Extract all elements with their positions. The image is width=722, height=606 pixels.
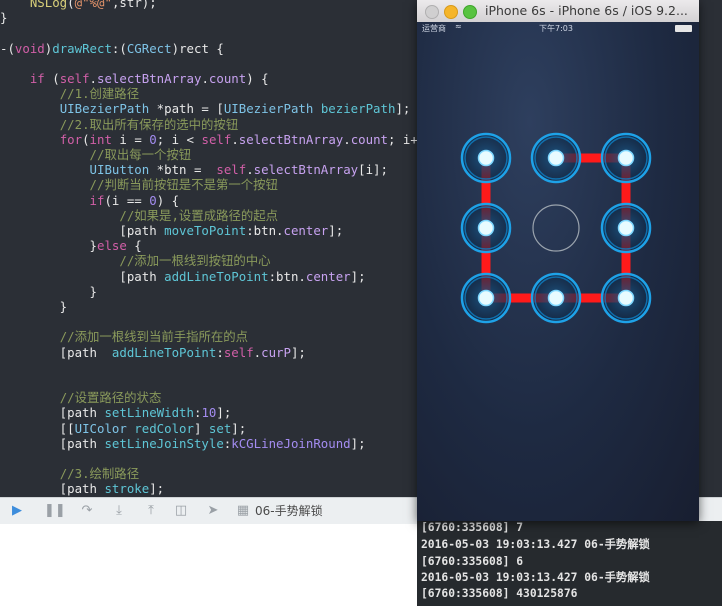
location-icon[interactable]: ➤ <box>204 503 222 519</box>
code-line: [[UIColor redColor] set]; <box>0 420 247 436</box>
lock-node-7[interactable] <box>460 272 512 324</box>
code-line: [path addLineToPoint:self.curP]; <box>0 344 306 360</box>
code-line: //2.取出所有保存的选中的按钮 <box>59 116 239 132</box>
lock-node-3[interactable] <box>600 132 652 184</box>
lock-node-6[interactable] <box>600 202 652 254</box>
console-line: 2016-05-03 19:03:13.427 06-手势解锁 <box>421 538 650 551</box>
lock-node-9[interactable] <box>600 272 652 324</box>
step-into-icon[interactable]: ⤓ <box>110 503 128 519</box>
code-line: }else { <box>0 238 142 254</box>
device-icon[interactable]: ▦ <box>234 503 252 519</box>
gesture-lock-view[interactable] <box>417 22 699 521</box>
code-line: //判断当前按钮是不是第一个按钮 <box>89 177 278 193</box>
step-over-icon[interactable]: ↷ <box>78 503 96 519</box>
code-line: //取出每一个按钮 <box>89 147 192 162</box>
lock-node-8[interactable] <box>530 272 582 324</box>
scheme-label[interactable]: 06-手势解锁 <box>255 503 323 519</box>
wifi-icon: ≈ <box>455 22 462 31</box>
code-line: [path moveToPoint:btn.center]; <box>0 223 344 238</box>
code-line: //添加一根线到按钮的中心 <box>119 253 271 269</box>
variables-view <box>0 524 417 606</box>
code-line: //1.创建路径 <box>59 86 140 102</box>
code-line: } <box>0 283 97 299</box>
code-line: [path setLineWidth:10]; <box>0 405 232 421</box>
time-label: 下午7:03 <box>539 24 573 33</box>
code-line: UIButton *btn = self.selectBtnArray[i]; <box>89 162 388 178</box>
lock-node-4[interactable] <box>460 202 512 254</box>
pause-icon[interactable]: ❚❚ <box>44 503 66 519</box>
simulator-titlebar[interactable]: iPhone 6s - iPhone 6s / iOS 9.2... <box>417 0 699 23</box>
code-line: } <box>0 299 68 314</box>
zoom-button[interactable] <box>463 5 477 19</box>
code-line: NSLog(@"%@",str); <box>29 0 157 10</box>
code-line: //设置路径的状态 <box>59 390 162 406</box>
battery-icon <box>675 25 692 32</box>
code-line: if(i == 0) { <box>89 192 180 208</box>
code-line: //3.绘制路径 <box>59 466 140 482</box>
code-line: } <box>0 10 8 26</box>
code-line: UIBezierPath *path = [UIBezierPath bezie… <box>59 101 411 117</box>
simulator-title: iPhone 6s - iPhone 6s / iOS 9.2... <box>485 3 688 18</box>
code-line: for(int i = 0; i < self.selectBtnArray.c… <box>59 131 426 147</box>
minimize-button[interactable] <box>444 5 458 19</box>
code-line: [path addLineToPoint:btn.center]; <box>0 268 366 284</box>
device-screen[interactable]: 运营商 ≈ 下午7:03 <box>417 22 699 521</box>
code-line: -(void)drawRect:(CGRect)rect { <box>0 40 224 56</box>
code-line: //如果是,设置成路径的起点 <box>119 207 279 223</box>
lock-node-5[interactable] <box>532 204 580 252</box>
step-out-icon[interactable]: ⤒ <box>142 503 160 519</box>
console-line: 2016-05-03 19:03:13.427 06-手势解锁 <box>421 571 650 584</box>
debug-console[interactable]: [6760:335608] 7 2016-05-03 19:03:13.427 … <box>417 521 722 606</box>
close-button[interactable] <box>425 5 439 19</box>
view-debugger-icon[interactable]: ◫ <box>172 503 190 519</box>
status-bar: 运营商 ≈ 下午7:03 <box>417 22 699 36</box>
lock-node-1[interactable] <box>460 132 512 184</box>
code-line: //添加一根线到当前手指所在的点 <box>59 329 249 345</box>
code-line: [path setLineJoinStyle:kCGLineJoinRound]… <box>0 435 366 451</box>
breakpoint-toggle-icon[interactable]: ▶ <box>8 503 26 519</box>
carrier-label: 运营商 <box>422 24 446 33</box>
console-line: [6760:335608] 7 <box>421 521 524 534</box>
simulator-window: iPhone 6s - iPhone 6s / iOS 9.2... 运营商 ≈… <box>417 0 699 521</box>
console-line: [6760:335608] 430125876 <box>421 587 578 600</box>
code-line: if (self.selectBtnArray.count) { <box>29 71 269 86</box>
console-line: [6760:335608] 6 <box>421 555 524 568</box>
lock-node-2[interactable] <box>530 132 582 184</box>
code-line: [path stroke]; <box>0 481 165 497</box>
